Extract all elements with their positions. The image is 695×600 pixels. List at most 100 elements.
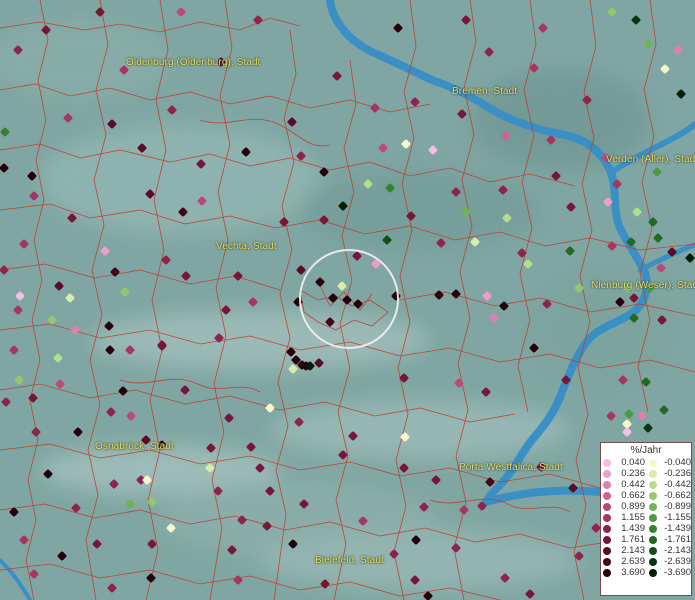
measurement-point[interactable] — [265, 403, 275, 413]
measurement-point[interactable] — [28, 393, 38, 403]
measurement-point[interactable] — [481, 387, 491, 397]
measurement-point[interactable] — [233, 575, 243, 585]
measurement-point[interactable] — [73, 427, 83, 437]
measurement-point[interactable] — [673, 45, 683, 55]
measurement-point[interactable] — [378, 143, 388, 153]
measurement-point[interactable] — [399, 373, 409, 383]
measurement-point[interactable] — [181, 271, 191, 281]
measurement-point[interactable] — [451, 289, 461, 299]
measurement-point[interactable] — [0, 163, 9, 173]
place-label-bielefeld[interactable]: Bielefeld, Stadt — [315, 555, 384, 566]
measurement-point[interactable] — [643, 423, 653, 433]
measurement-point[interactable] — [676, 89, 686, 99]
measurement-point[interactable] — [434, 290, 444, 300]
measurement-point[interactable] — [118, 386, 128, 396]
place-label-verden[interactable]: Verden (Aller), Stadt — [606, 154, 695, 165]
measurement-point[interactable] — [107, 119, 117, 129]
measurement-point[interactable] — [47, 315, 57, 325]
measurement-point[interactable] — [224, 413, 234, 423]
measurement-point[interactable] — [9, 345, 19, 355]
measurement-point[interactable] — [457, 109, 467, 119]
measurement-point[interactable] — [19, 535, 29, 545]
place-label-vechta[interactable]: Vechta, Stadt — [216, 241, 277, 252]
measurement-point[interactable] — [551, 171, 561, 181]
measurement-point[interactable] — [176, 7, 186, 17]
measurement-point[interactable] — [31, 427, 41, 437]
measurement-point[interactable] — [332, 71, 342, 81]
measurement-point[interactable] — [566, 202, 576, 212]
measurement-point[interactable] — [246, 442, 256, 452]
measurement-point[interactable] — [523, 259, 533, 269]
measurement-point[interactable] — [517, 248, 527, 258]
measurement-point[interactable] — [287, 117, 297, 127]
place-label-oldenburg[interactable]: Oldenburg (Oldenburg), Stadt — [126, 57, 261, 68]
measurement-point[interactable] — [54, 281, 64, 291]
measurement-point[interactable] — [167, 105, 177, 115]
measurement-point[interactable] — [53, 353, 63, 363]
measurement-point[interactable] — [393, 23, 403, 33]
measurement-point[interactable] — [180, 385, 190, 395]
measurement-point[interactable] — [100, 246, 110, 256]
measurement-point[interactable] — [391, 291, 401, 301]
map-view[interactable]: Oldenburg (Oldenburg), Stadt Bremen, Sta… — [0, 0, 695, 600]
measurement-point[interactable] — [461, 15, 471, 25]
measurement-point[interactable] — [428, 145, 438, 155]
measurement-point[interactable] — [70, 325, 80, 335]
measurement-point[interactable] — [431, 475, 441, 485]
measurement-point[interactable] — [352, 251, 362, 261]
measurement-point[interactable] — [55, 379, 65, 389]
measurement-point[interactable] — [106, 407, 116, 417]
place-label-porta-westfalica[interactable]: Porta Westfalica, Stadt — [459, 462, 563, 473]
measurement-point[interactable] — [0, 265, 9, 275]
measurement-point[interactable] — [525, 589, 535, 599]
measurement-point[interactable] — [146, 573, 156, 583]
measurement-point[interactable] — [401, 139, 411, 149]
measurement-point[interactable] — [624, 409, 634, 419]
measurement-point[interactable] — [296, 265, 306, 275]
measurement-point[interactable] — [63, 113, 73, 123]
measurement-point[interactable] — [410, 97, 420, 107]
measurement-point[interactable] — [482, 291, 492, 301]
measurement-point[interactable] — [147, 539, 157, 549]
measurement-point[interactable] — [92, 539, 102, 549]
measurement-point[interactable] — [622, 419, 632, 429]
measurement-point[interactable] — [659, 405, 669, 415]
measurement-point[interactable] — [328, 293, 338, 303]
measurement-point[interactable] — [253, 15, 263, 25]
measurement-point[interactable] — [660, 64, 670, 74]
measurement-point[interactable] — [606, 411, 616, 421]
measurement-point[interactable] — [653, 233, 663, 243]
measurement-point[interactable] — [342, 295, 352, 305]
measurement-point[interactable] — [685, 253, 695, 263]
place-label-osnabrueck[interactable]: Osnabrück, Stadt — [95, 441, 174, 452]
measurement-point[interactable] — [637, 411, 647, 421]
measurement-point[interactable] — [656, 263, 666, 273]
measurement-point[interactable] — [459, 505, 469, 515]
measurement-point[interactable] — [13, 305, 23, 315]
measurement-point[interactable] — [643, 39, 653, 49]
measurement-point[interactable] — [57, 551, 67, 561]
measurement-point[interactable] — [315, 277, 325, 287]
measurement-point[interactable] — [370, 103, 380, 113]
measurement-point[interactable] — [248, 297, 258, 307]
measurement-point[interactable] — [631, 15, 641, 25]
measurement-point[interactable] — [648, 217, 658, 227]
measurement-point[interactable] — [19, 239, 29, 249]
measurement-point[interactable] — [15, 291, 25, 301]
measurement-point[interactable] — [337, 281, 347, 291]
measurement-point[interactable] — [499, 301, 509, 311]
measurement-point[interactable] — [565, 246, 575, 256]
measurement-point[interactable] — [0, 127, 10, 137]
measurement-point[interactable] — [607, 7, 617, 17]
measurement-point[interactable] — [399, 463, 409, 473]
measurement-point[interactable] — [29, 191, 39, 201]
measurement-point[interactable] — [622, 427, 632, 437]
measurement-point[interactable] — [1, 397, 11, 407]
measurement-point[interactable] — [126, 411, 136, 421]
measurement-point[interactable] — [538, 23, 548, 33]
measurement-point[interactable] — [27, 171, 37, 181]
measurement-point[interactable] — [110, 267, 120, 277]
measurement-point[interactable] — [233, 271, 243, 281]
place-label-nienburg[interactable]: Nienburg (Weser), Stadt — [591, 280, 695, 291]
measurement-point[interactable] — [489, 313, 499, 323]
